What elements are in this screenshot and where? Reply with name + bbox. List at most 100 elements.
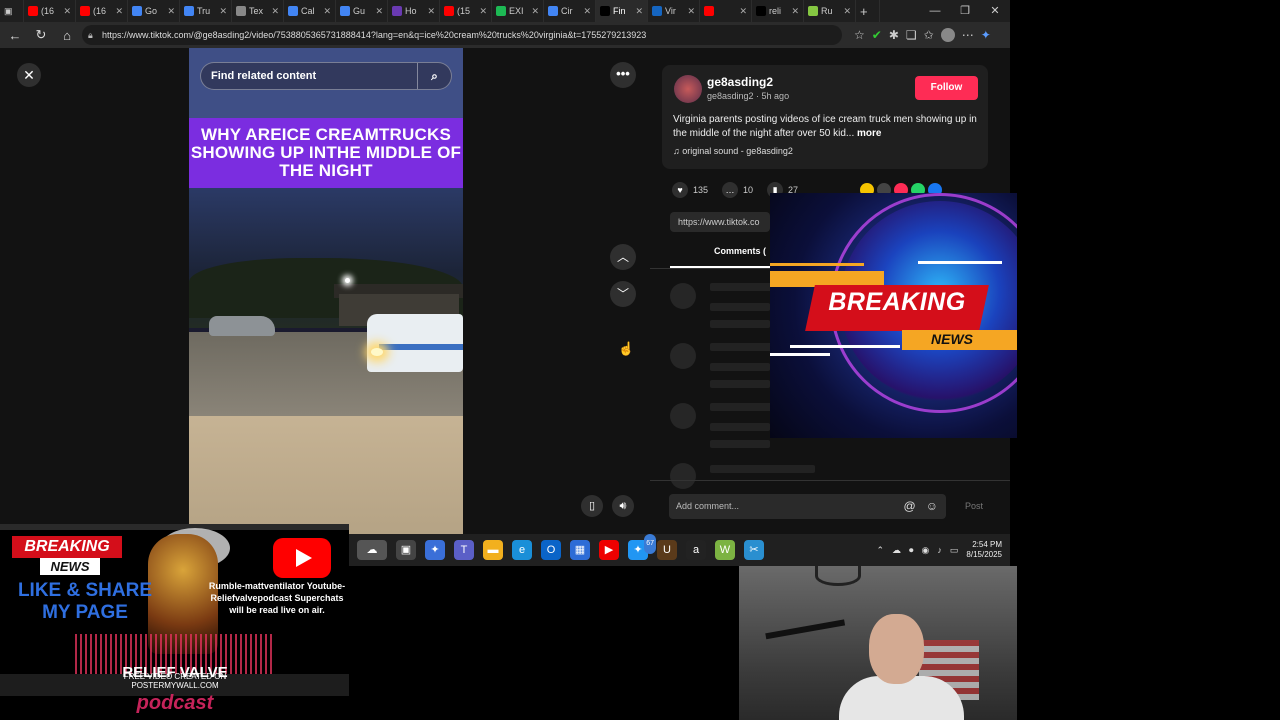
browser-tab[interactable]: ✕: [700, 0, 752, 22]
video-lower-area: [189, 416, 463, 534]
more-link[interactable]: more: [857, 128, 881, 139]
shield-icon[interactable]: ✔: [872, 28, 882, 42]
file-explorer-icon[interactable]: ▬: [483, 540, 503, 560]
cloud-icon[interactable]: ☁: [892, 545, 901, 556]
search-placeholder: Find related content: [211, 70, 317, 82]
comment-bar-divider: [650, 480, 1010, 481]
tab-close-icon[interactable]: ✕: [687, 6, 695, 17]
copilot-taskbar-icon[interactable]: ✦: [425, 540, 445, 560]
clock[interactable]: 2:54 PM 8/15/2025: [966, 540, 1002, 560]
tab-label: Ho: [405, 6, 417, 16]
new-tab-button[interactable]: +: [856, 0, 880, 22]
settings-menu-icon[interactable]: ⋯: [962, 28, 974, 42]
copy-link-field[interactable]: https://www.tiktok.co: [670, 212, 770, 232]
browser-tab[interactable]: Ho ✕: [388, 0, 440, 22]
mention-icon[interactable]: @: [904, 494, 916, 519]
tab-comments[interactable]: Comments (: [714, 246, 766, 256]
home-icon[interactable]: ⌂: [56, 28, 78, 43]
teams-icon[interactable]: T: [454, 540, 474, 560]
browser-tab[interactable]: Vir ✕: [648, 0, 700, 22]
wifi-icon[interactable]: ◉: [922, 545, 930, 556]
browser-tab[interactable]: Cal ✕: [284, 0, 336, 22]
favorite-icon[interactable]: ☆: [854, 28, 865, 42]
extensions-icon[interactable]: ✱: [889, 28, 899, 42]
browser-tab[interactable]: (16 ✕: [76, 0, 128, 22]
speaker-icon[interactable]: ♪: [937, 545, 942, 555]
add-comment-placeholder: Add comment...: [676, 501, 740, 511]
comment-stat[interactable]: … 10: [722, 182, 753, 198]
search-icon[interactable]: ⌕: [417, 63, 451, 89]
tab-close-icon[interactable]: ✕: [167, 6, 175, 17]
close-window-icon[interactable]: ✕: [980, 0, 1010, 22]
copilot-icon[interactable]: ✦: [981, 28, 991, 42]
more-options-icon[interactable]: •••: [610, 62, 636, 88]
tab-close-icon[interactable]: ✕: [479, 6, 487, 17]
tray-microphone-icon[interactable]: ⏺: [909, 545, 914, 556]
edge-icon[interactable]: e: [512, 540, 532, 560]
tab-close-icon[interactable]: ✕: [115, 6, 123, 17]
tab-close-icon[interactable]: ✕: [427, 6, 435, 17]
url-field[interactable]: 🔒︎ https://www.tiktok.com/@ge8asding2/vi…: [82, 25, 842, 45]
close-icon[interactable]: ✕: [17, 63, 41, 87]
tab-close-icon[interactable]: ✕: [739, 6, 747, 17]
tab-close-icon[interactable]: ✕: [375, 6, 383, 17]
store-icon[interactable]: ▦: [570, 540, 590, 560]
browser-tab[interactable]: EXI ✕: [492, 0, 544, 22]
browser-tab[interactable]: Tex ✕: [232, 0, 284, 22]
battery-icon[interactable]: ▭: [950, 545, 959, 556]
emoji-icon[interactable]: ☺: [926, 494, 938, 519]
browser-tab[interactable]: Gu ✕: [336, 0, 388, 22]
browser-tab[interactable]: (16 ✕: [24, 0, 76, 22]
collections-icon[interactable]: ❏: [906, 28, 917, 42]
chevron-up-icon[interactable]: ︿: [610, 244, 636, 270]
tab-favicon-icon: [28, 6, 38, 16]
maximize-icon[interactable]: ❐: [950, 0, 980, 22]
tray-chevron-up-icon[interactable]: ⌃: [876, 545, 884, 556]
sound-row[interactable]: ♫ original sound - ge8asding2: [673, 146, 793, 156]
miniplayer-icon[interactable]: ▯: [581, 495, 603, 517]
related-search-input[interactable]: Find related content ⌕: [200, 62, 452, 90]
browser-tab[interactable]: Cir ✕: [544, 0, 596, 22]
task-view-icon[interactable]: ▣: [396, 540, 416, 560]
creator-username[interactable]: ge8asding2: [707, 75, 773, 89]
like-stat[interactable]: ♥ 135: [672, 182, 708, 198]
tab-close-icon[interactable]: ✕: [583, 6, 591, 17]
minimize-icon[interactable]: —: [920, 0, 950, 22]
volume-icon[interactable]: 🔊︎: [612, 495, 634, 517]
profile-avatar[interactable]: [940, 28, 955, 42]
youtube-taskbar-icon[interactable]: ▶: [599, 540, 619, 560]
tab-close-icon[interactable]: ✕: [531, 6, 539, 17]
weather-widget-icon[interactable]: ☁: [357, 540, 387, 560]
favorites-bar-icon[interactable]: ✩: [924, 28, 934, 42]
tab-actions-icon[interactable]: ▣: [0, 0, 24, 22]
post-button[interactable]: Post: [965, 501, 983, 511]
tab-close-icon[interactable]: ✕: [843, 6, 851, 17]
ups-icon[interactable]: U: [657, 540, 677, 560]
outlook-icon[interactable]: O: [541, 540, 561, 560]
refresh-icon[interactable]: ↻: [30, 27, 52, 43]
video-player[interactable]: WHY AREICE CREAMTRUCKS SHOWING UP INTHE …: [189, 48, 463, 534]
tab-close-icon[interactable]: ✕: [323, 6, 331, 17]
back-icon[interactable]: ←: [4, 28, 26, 43]
tab-close-icon[interactable]: ✕: [791, 6, 799, 17]
browser-tab[interactable]: (15 ✕: [440, 0, 492, 22]
tab-close-icon[interactable]: ✕: [635, 6, 643, 17]
promo-channel-info: Rumble-mattventilator Youtube-Reliefvalv…: [208, 581, 346, 615]
chevron-down-icon[interactable]: ﹀: [610, 281, 636, 307]
green-app-icon[interactable]: W: [715, 540, 735, 560]
follow-button[interactable]: Follow: [915, 76, 978, 100]
tab-close-icon[interactable]: ✕: [271, 6, 279, 17]
lock-icon: 🔒︎: [88, 30, 93, 40]
tab-close-icon[interactable]: ✕: [219, 6, 227, 17]
snipping-tool-icon[interactable]: ✂: [744, 540, 764, 560]
browser-tab[interactable]: reli ✕: [752, 0, 804, 22]
browser-tab[interactable]: Fin ✕: [596, 0, 648, 22]
add-comment-input[interactable]: Add comment... @ ☺: [669, 494, 946, 519]
browser-tab[interactable]: Tru ✕: [180, 0, 232, 22]
tab-close-icon[interactable]: ✕: [63, 6, 71, 17]
creator-avatar[interactable]: [674, 75, 702, 103]
browser-tab[interactable]: Go ✕: [128, 0, 180, 22]
amazon-icon[interactable]: a: [686, 540, 706, 560]
browser-tab[interactable]: Ru ✕: [804, 0, 856, 22]
app-badge-icon[interactable]: ✦ 67: [628, 534, 656, 560]
